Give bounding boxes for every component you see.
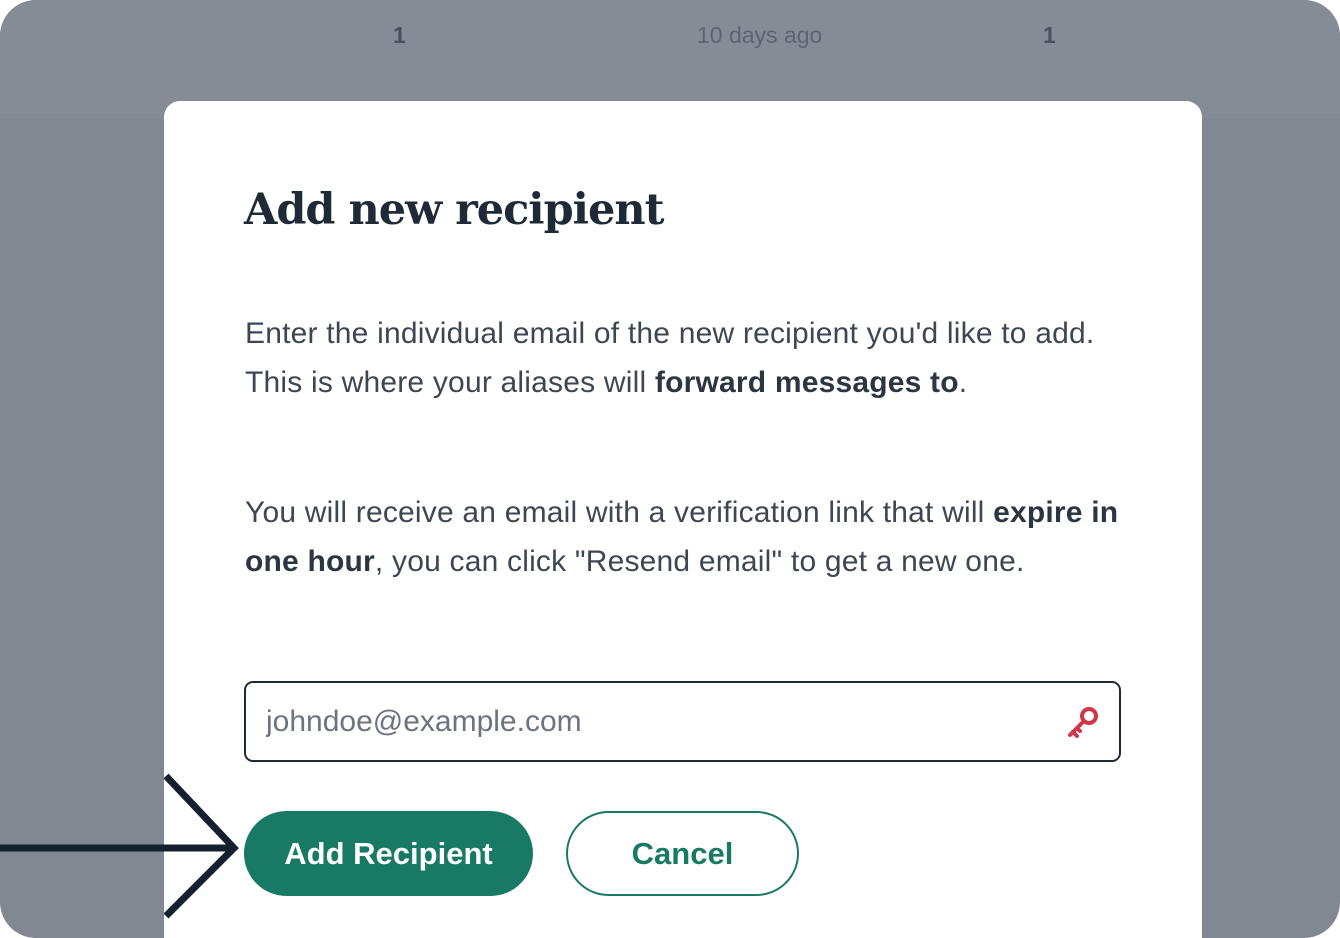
description-bold: forward messages to — [654, 366, 959, 399]
verification-text-end: , you can click "Resend email" to get a … — [374, 545, 1025, 578]
description-text-end: . — [958, 366, 968, 399]
modal-description: Enter the individual email of the new re… — [245, 309, 1145, 407]
verification-note: You will receive an email with a verific… — [245, 488, 1145, 586]
background-count-left: 1 — [393, 22, 406, 48]
email-field-container — [244, 681, 1121, 762]
recipient-email-input[interactable] — [266, 683, 1026, 760]
screen-frame: 1 10 days ago 1 Add new recipient Enter … — [0, 0, 1340, 938]
add-recipient-button[interactable]: Add Recipient — [244, 811, 533, 896]
background-count-right: 1 — [1043, 22, 1056, 48]
add-recipient-modal: Add new recipient Enter the individual e… — [164, 101, 1202, 938]
key-icon[interactable] — [1065, 705, 1101, 739]
pointer-arrow-icon — [0, 773, 239, 919]
verification-text: You will receive an email with a verific… — [245, 496, 994, 529]
cancel-button[interactable]: Cancel — [566, 811, 799, 896]
background-timestamp: 10 days ago — [697, 22, 823, 48]
modal-title: Add new recipient — [244, 185, 664, 235]
